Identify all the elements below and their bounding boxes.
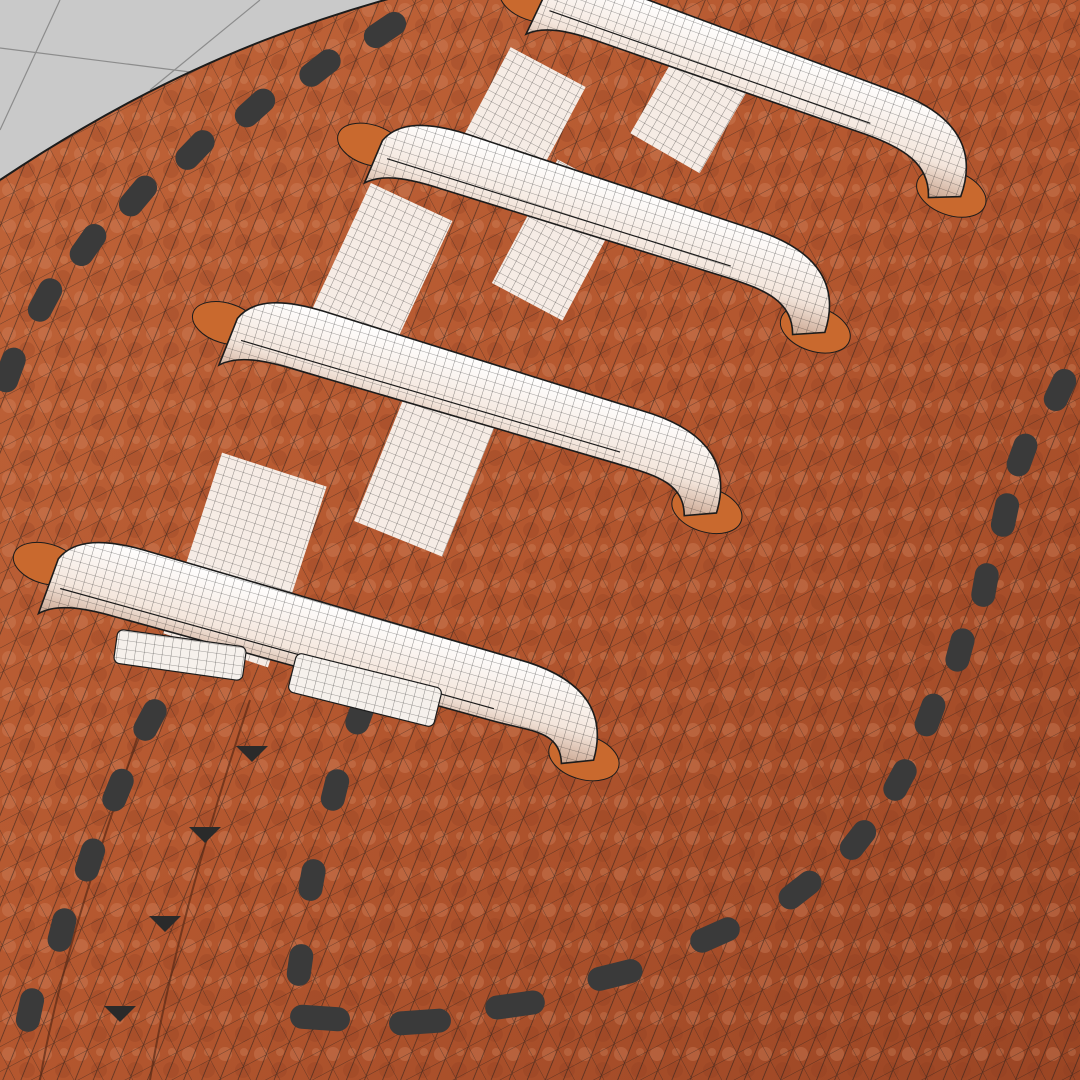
football-wireframe-render <box>0 0 1080 1080</box>
stitch <box>389 1008 451 1036</box>
stitch <box>290 1004 350 1032</box>
3d-viewport[interactable] <box>0 0 1080 1080</box>
